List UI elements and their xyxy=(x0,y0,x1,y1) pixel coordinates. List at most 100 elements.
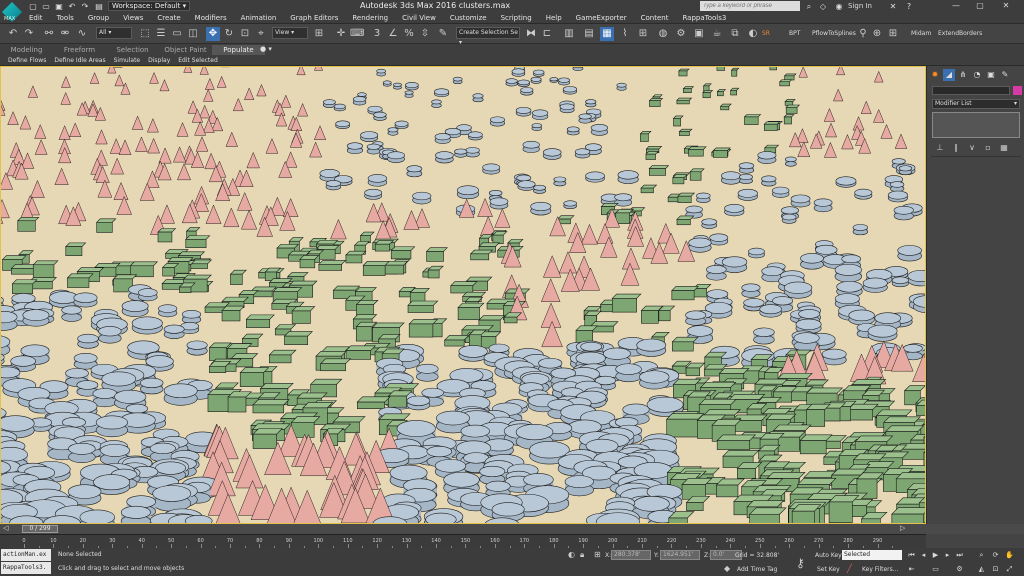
menu-customize[interactable]: Customize xyxy=(443,12,494,24)
menu-rappatools3[interactable]: RappaTools3 xyxy=(675,12,733,24)
crosshair-icon[interactable]: ⊕ xyxy=(870,27,884,41)
time-tag-icon[interactable]: ◆ xyxy=(724,564,730,573)
selection-filter-dropdown[interactable]: All ▾ xyxy=(96,27,132,39)
modify-tab-icon[interactable]: ◢ xyxy=(943,69,955,81)
named-selection-dropdown[interactable]: Create Selection Se ▾ xyxy=(456,27,520,46)
next-key-icon[interactable]: ▸ xyxy=(942,550,953,560)
remove-modifier-icon[interactable]: ▫ xyxy=(983,143,993,153)
show-end-result-icon[interactable]: ∥ xyxy=(951,143,961,153)
maximize-button[interactable]: ▢ xyxy=(968,0,992,12)
menu-create[interactable]: Create xyxy=(150,12,187,24)
time-configuration-icon[interactable]: ⚙ xyxy=(954,564,965,574)
menu-modifiers[interactable]: Modifiers xyxy=(188,12,234,24)
object-color-swatch[interactable] xyxy=(1013,86,1022,95)
brush-icon[interactable]: ⚲ xyxy=(856,27,870,41)
pflow-to-splines-button[interactable]: PflowToSplines xyxy=(812,30,856,37)
scene-explorer-icon[interactable]: ▦ xyxy=(600,27,614,41)
menu-civil-view[interactable]: Civil View xyxy=(395,12,443,24)
mirror-icon[interactable]: ⧓ xyxy=(524,27,538,41)
layer-manager-icon[interactable]: ▥ xyxy=(562,27,576,41)
menu-tools[interactable]: Tools xyxy=(50,12,81,24)
ribbon-cmd-edit-selected[interactable]: Edit Selected xyxy=(174,56,222,65)
set-key-button[interactable]: Set Key xyxy=(817,566,840,573)
modifier-stack[interactable] xyxy=(932,112,1020,138)
midam-button[interactable]: Midam xyxy=(911,30,931,37)
auto-key-button[interactable]: Auto Key xyxy=(815,552,842,559)
menu-content[interactable]: Content xyxy=(634,12,676,24)
render-setup-icon[interactable]: ⚙ xyxy=(674,27,688,41)
edit-named-selection-icon[interactable]: ✎ xyxy=(436,27,450,41)
window-crossing-icon[interactable]: ◫ xyxy=(186,27,200,41)
zoom-icon[interactable]: ⌕ xyxy=(976,550,987,560)
menu-rendering[interactable]: Rendering xyxy=(345,12,395,24)
go-to-end-icon[interactable]: ⏭ xyxy=(954,550,965,560)
redo-icon[interactable]: ↷ xyxy=(80,2,90,12)
menu-help[interactable]: Help xyxy=(539,12,569,24)
menu-gameexporter[interactable]: GameExporter xyxy=(569,12,634,24)
perspective-viewport[interactable] xyxy=(0,66,926,524)
menu-edit[interactable]: Edit xyxy=(22,12,50,24)
reference-coordinate-dropdown[interactable]: View ▾ xyxy=(272,27,308,39)
subscription-icon[interactable]: ◇ xyxy=(818,2,828,12)
hierarchy-tab-icon[interactable]: ⋔ xyxy=(957,69,969,81)
ribbon-cmd-simulate[interactable]: Simulate xyxy=(110,56,145,65)
motion-tab-icon[interactable]: ◔ xyxy=(971,69,983,81)
material-editor-icon[interactable]: ◍ xyxy=(656,27,670,41)
key-filters-button[interactable]: Key Filters... xyxy=(862,566,899,573)
undo-icon[interactable]: ↶ xyxy=(6,27,20,41)
ribbon-tab-populate[interactable]: Populate xyxy=(212,45,265,55)
go-to-start-icon[interactable]: ⏮ xyxy=(906,550,917,560)
pivot-center-icon[interactable]: ⊞ xyxy=(312,27,326,41)
key-mode-dropdown[interactable]: Selected xyxy=(842,550,902,560)
spinner-snap-icon[interactable]: ⇳ xyxy=(418,27,432,41)
rendered-frame-window-icon[interactable]: ▣ xyxy=(692,27,706,41)
modifier-list-dropdown[interactable]: Modifier List xyxy=(932,99,1020,109)
keyboard-shortcut-override-icon[interactable]: ⌨ xyxy=(350,27,364,41)
select-manipulate-icon[interactable]: ✛ xyxy=(334,27,348,41)
add-time-tag-button[interactable]: Add Time Tag xyxy=(737,566,777,573)
close-window-button[interactable]: ✕ xyxy=(994,0,1018,12)
configure-modifier-sets-icon[interactable]: ▦ xyxy=(999,143,1009,153)
extend-borders-button[interactable]: ExtendBorders xyxy=(938,30,982,37)
orbit-icon[interactable]: ⟳ xyxy=(990,550,1001,560)
bpt-button[interactable]: BPT xyxy=(789,30,800,37)
unlink-icon[interactable]: ⚮ xyxy=(58,27,72,41)
ribbon-cmd-display[interactable]: Display xyxy=(144,56,174,65)
ribbon-tab-object-paint[interactable]: Object Paint xyxy=(159,45,212,55)
place-icon[interactable]: ⌖ xyxy=(254,27,268,41)
workspace-dropdown[interactable]: Workspace: Default ▾ xyxy=(108,1,190,11)
ribbon-cmd-define-flows[interactable]: Define Flows xyxy=(4,56,50,65)
new-file-icon[interactable]: ▢ xyxy=(28,2,38,12)
display-tab-icon[interactable]: ▣ xyxy=(985,69,997,81)
select-by-name-icon[interactable]: ☰ xyxy=(154,27,168,41)
maxscript-listener-bottom[interactable]: RappaTools3. xyxy=(1,562,51,574)
ribbon-cmd-define-idle-areas[interactable]: Define Idle Areas xyxy=(50,56,109,65)
previous-key-icon[interactable]: ◂ xyxy=(918,550,929,560)
selection-lock-icon[interactable]: 🔒︎ xyxy=(580,550,584,560)
sign-in-button[interactable]: Sign In xyxy=(848,2,872,10)
pin-stack-icon[interactable]: ⊥ xyxy=(935,143,945,153)
y-coordinate-field[interactable]: 1624.951' xyxy=(660,550,700,560)
minimize-button[interactable]: — xyxy=(944,0,968,12)
field-of-view-icon[interactable]: ◭ xyxy=(976,564,987,574)
key-mode-toggle-icon[interactable]: ⇤ xyxy=(906,564,917,574)
menu-scripting[interactable]: Scripting xyxy=(494,12,539,24)
utilities-tab-icon[interactable]: ✎ xyxy=(999,69,1011,81)
time-slider[interactable]: 0 / 299 xyxy=(22,525,58,533)
grid-icon[interactable]: ⊞ xyxy=(886,27,900,41)
scene-render[interactable] xyxy=(1,67,925,523)
maximize-viewport-icon[interactable]: ⤢ xyxy=(1004,564,1015,574)
current-frame-field-icon[interactable]: ▭ xyxy=(930,564,941,574)
trackbar[interactable]: 0 10 20 30 40 50 60 70 80 90 100 110 120 130 140 150 160… xyxy=(0,534,926,548)
exchange-icon[interactable]: ✕ xyxy=(888,2,898,12)
ribbon-tab-modeling[interactable]: Modeling xyxy=(0,45,53,55)
previous-frame-icon[interactable]: ◁ xyxy=(3,524,8,532)
project-folder-icon[interactable]: ▤ xyxy=(94,2,104,12)
percent-snap-icon[interactable]: % xyxy=(402,27,416,41)
user-icon[interactable]: ◉ xyxy=(834,2,844,12)
create-tab-icon[interactable]: ✹ xyxy=(929,69,941,81)
redo-icon[interactable]: ↷ xyxy=(22,27,36,41)
snaps-toggle-icon[interactable]: 3 xyxy=(370,27,384,41)
ribbon-tab-selection[interactable]: Selection xyxy=(106,45,159,55)
sr-button[interactable]: SR xyxy=(762,30,770,37)
